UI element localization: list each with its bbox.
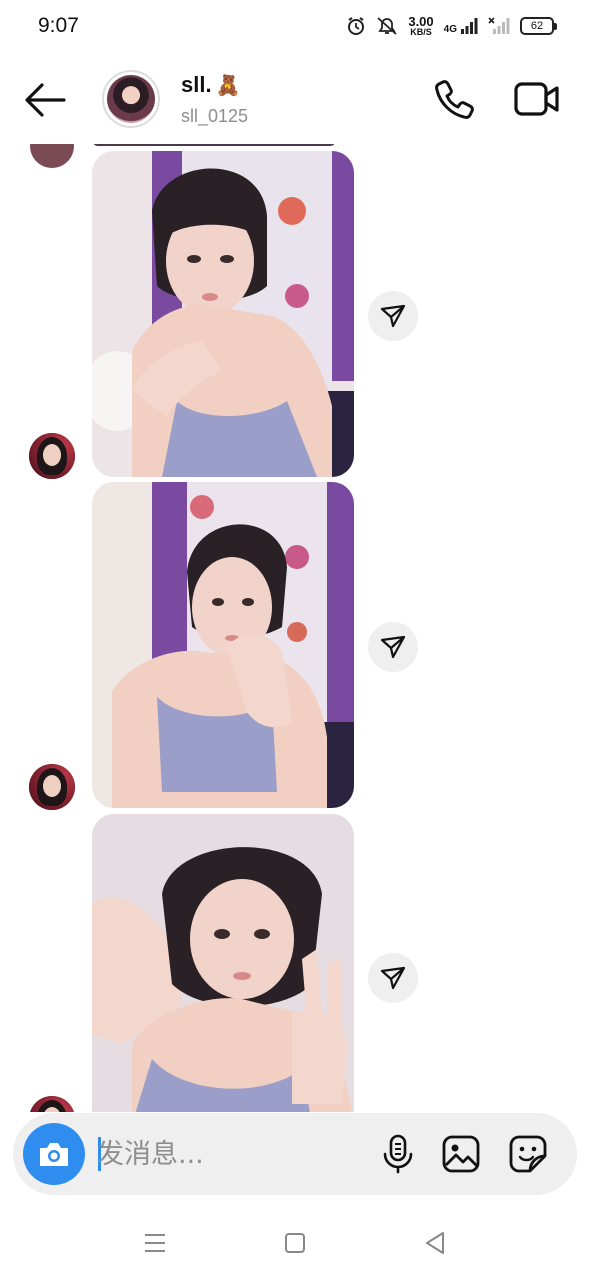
menu-icon[interactable] [143,1232,167,1254]
net-speed-unit: KB/S [410,27,432,37]
share-button[interactable] [368,622,418,672]
message-input[interactable] [97,1133,347,1175]
sender-avatar[interactable] [30,144,74,168]
send-icon [380,304,406,328]
sender-avatar[interactable] [29,764,75,810]
send-icon [380,635,406,659]
status-bar: 9:07 3.00 KB/S 4G 62 [0,0,590,52]
camera-button[interactable] [23,1123,85,1185]
photo-message[interactable] [92,814,354,1112]
back-icon[interactable] [423,1230,447,1256]
phone-icon[interactable] [434,78,476,120]
teddy-bear-emoji: 🧸 [215,74,241,97]
network-type: 4G [443,24,457,35]
sender-avatar[interactable] [29,1096,75,1112]
mute-icon [377,17,397,35]
system-nav-bar [0,1200,590,1280]
battery-icon: 62 [520,17,557,35]
contact-name[interactable]: sll. 🧸 [181,72,240,98]
contact-avatar[interactable] [102,70,160,128]
share-button[interactable] [368,953,418,1003]
signal-1-icon: 4G [444,17,478,35]
gallery-icon[interactable] [441,1134,481,1174]
contact-name-text: sll. [181,72,212,97]
chat-header: sll. 🧸 sll_0125 [0,56,590,144]
send-icon [380,966,406,990]
contact-username: sll_0125 [181,106,249,126]
alarm-icon [348,17,365,35]
home-icon[interactable] [284,1232,306,1254]
net-speed: 3.00 KB/S [408,15,433,37]
photo-message[interactable] [92,482,354,808]
signal-2-icon [488,17,510,34]
message-composer [13,1113,577,1195]
share-button[interactable] [368,291,418,341]
camera-icon [40,1143,68,1166]
video-camera-icon[interactable] [514,80,560,118]
back-arrow-icon[interactable] [22,80,68,120]
status-icons: 3.00 KB/S 4G 62 [346,12,557,40]
status-time: 9:07 [38,14,79,37]
sender-avatar[interactable] [29,433,75,479]
microphone-icon[interactable] [379,1134,417,1174]
previous-photo-edge [92,144,336,146]
sticker-icon[interactable] [508,1134,548,1174]
photo-message[interactable] [92,151,354,477]
message-thread[interactable] [0,144,590,1112]
